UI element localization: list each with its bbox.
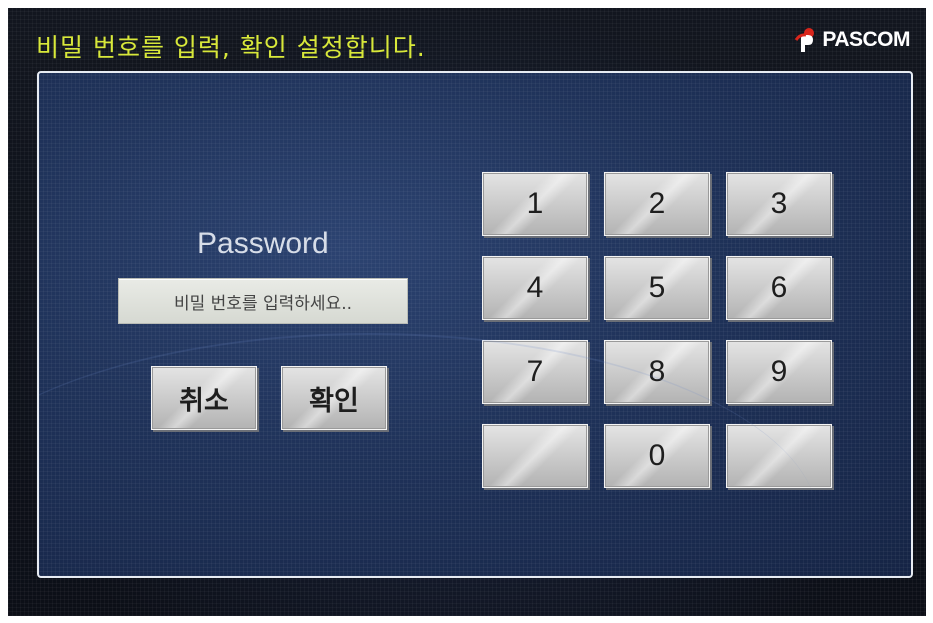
keypad-key-5[interactable]: 5 (604, 256, 710, 320)
pin-setup-screen: 비밀 번호를 입력, 확인 설정합니다. PASCOM Password 비밀 … (8, 8, 926, 616)
keypad-key-3[interactable]: 3 (726, 172, 832, 236)
keypad-key-2[interactable]: 2 (604, 172, 710, 236)
keypad-key-blank-left[interactable] (482, 424, 588, 488)
keypad-key-4[interactable]: 4 (482, 256, 588, 320)
keypad-key-1[interactable]: 1 (482, 172, 588, 236)
cancel-button[interactable]: 취소 (151, 366, 257, 430)
page-title: 비밀 번호를 입력, 확인 설정합니다. (36, 33, 426, 62)
brand-name: PASCOM (822, 28, 910, 51)
password-input[interactable]: 비밀 번호를 입력하세요.. (118, 278, 408, 324)
brand-logo: PASCOM (794, 26, 910, 54)
keypad-key-9[interactable]: 9 (726, 340, 832, 404)
keypad-key-7[interactable]: 7 (482, 340, 588, 404)
confirm-button[interactable]: 확인 (281, 366, 387, 430)
password-panel: Password 비밀 번호를 입력하세요.. 취소 확인 1 2 3 4 5 … (37, 71, 913, 578)
password-label: Password (197, 227, 329, 260)
keypad-key-8[interactable]: 8 (604, 340, 710, 404)
keypad-key-blank-right[interactable] (726, 424, 832, 488)
keypad-key-6[interactable]: 6 (726, 256, 832, 320)
keypad-key-0[interactable]: 0 (604, 424, 710, 488)
pascom-logo-icon (794, 26, 820, 54)
